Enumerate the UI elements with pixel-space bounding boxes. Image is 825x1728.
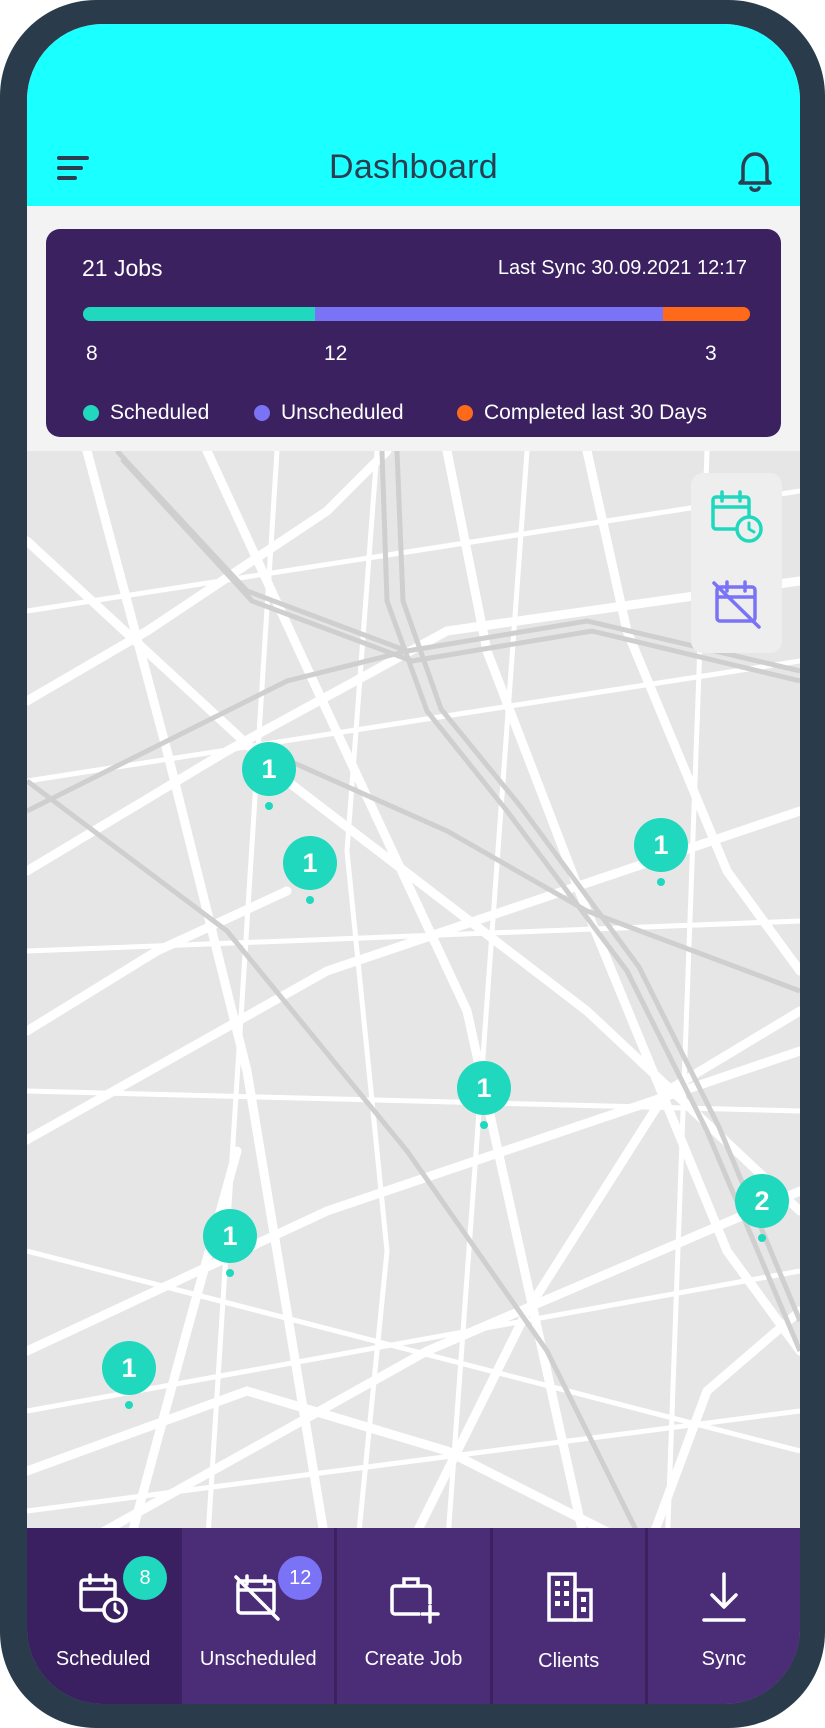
- cluster-count: 1: [102, 1341, 156, 1395]
- map-cluster-marker[interactable]: 2: [735, 1174, 791, 1244]
- completed-dot-icon: [457, 405, 473, 421]
- cluster-pin-dot: [265, 802, 273, 810]
- unscheduled-count: 12: [324, 342, 348, 365]
- nav-create-job[interactable]: Create Job: [334, 1528, 490, 1704]
- cluster-count: 1: [283, 836, 337, 890]
- completed-count: 3: [705, 342, 717, 365]
- cluster-count: 1: [457, 1061, 511, 1115]
- cluster-count: 1: [242, 742, 296, 796]
- nav-label: Sync: [701, 1648, 747, 1670]
- legend-unscheduled-label: Unscheduled: [281, 401, 404, 424]
- nav-clients[interactable]: Clients: [489, 1528, 645, 1704]
- cluster-pin-dot: [758, 1234, 766, 1242]
- legend-scheduled-label: Scheduled: [110, 401, 210, 424]
- nav-label: Create Job: [364, 1648, 463, 1670]
- progress-scheduled: [83, 307, 315, 321]
- unscheduled-badge: 12: [278, 1556, 323, 1600]
- legend-unscheduled: Unscheduled: [254, 401, 404, 425]
- legend-scheduled: Scheduled: [83, 401, 209, 425]
- nav-unscheduled[interactable]: 12 Unscheduled: [179, 1528, 335, 1704]
- cluster-count: 1: [634, 818, 688, 872]
- last-sync: Last Sync 30.09.2021 12:17: [497, 257, 747, 279]
- nav-label: Unscheduled: [199, 1648, 317, 1670]
- calendar-clock-icon: [711, 490, 763, 543]
- bell-icon: [738, 152, 772, 192]
- map-cluster-marker[interactable]: 1: [634, 818, 690, 888]
- jobs-progress-bar: [83, 307, 750, 321]
- cluster-pin-dot: [226, 1269, 234, 1277]
- cluster-count: 1: [203, 1209, 257, 1263]
- notifications-button[interactable]: [735, 148, 775, 194]
- nav-scheduled[interactable]: 8 Scheduled: [27, 1528, 180, 1704]
- jobs-total: 21 Jobs: [82, 255, 163, 281]
- progress-unscheduled: [315, 307, 663, 321]
- map-cluster-marker[interactable]: 1: [102, 1341, 158, 1411]
- map-cluster-marker[interactable]: 1: [457, 1061, 513, 1131]
- cluster-pin-dot: [306, 896, 314, 904]
- bottom-navigation: 8 Scheduled 12 Unscheduled Create Job Cl…: [27, 1528, 800, 1704]
- progress-completed: [663, 307, 750, 321]
- cluster-count: 2: [735, 1174, 789, 1228]
- map-cluster-marker[interactable]: 1: [242, 742, 298, 812]
- app-header: Dashboard: [27, 24, 800, 206]
- scheduled-dot-icon: [83, 405, 99, 421]
- scheduled-badge: 8: [123, 1556, 167, 1600]
- briefcase-plus-icon: [389, 1577, 440, 1624]
- unscheduled-dot-icon: [254, 405, 270, 421]
- nav-label: Scheduled: [55, 1648, 151, 1670]
- filter-scheduled-button[interactable]: [709, 489, 765, 545]
- nav-label: Clients: [538, 1650, 600, 1672]
- building-icon: [546, 1572, 593, 1622]
- calendar-off-icon: [712, 580, 761, 629]
- nav-sync[interactable]: Sync: [644, 1528, 800, 1704]
- legend-completed-label: Completed last 30 Days: [484, 401, 707, 424]
- download-icon: [702, 1572, 746, 1622]
- page-title: Dashboard: [328, 148, 499, 186]
- cluster-pin-dot: [657, 878, 665, 886]
- filter-unscheduled-button[interactable]: [709, 577, 765, 633]
- app-screen: Dashboard 21 Jobs Last Sync 30.09.2021 1…: [27, 24, 800, 1704]
- map-cluster-marker[interactable]: 1: [283, 836, 339, 906]
- scheduled-count: 8: [86, 342, 98, 365]
- legend-completed: Completed last 30 Days: [457, 401, 707, 425]
- jobs-summary-card: 21 Jobs Last Sync 30.09.2021 12:17 8 12 …: [46, 229, 781, 437]
- map-filter-panel: [691, 473, 782, 653]
- cluster-pin-dot: [125, 1401, 133, 1409]
- map-cluster-marker[interactable]: 1: [203, 1209, 259, 1279]
- cluster-pin-dot: [480, 1121, 488, 1129]
